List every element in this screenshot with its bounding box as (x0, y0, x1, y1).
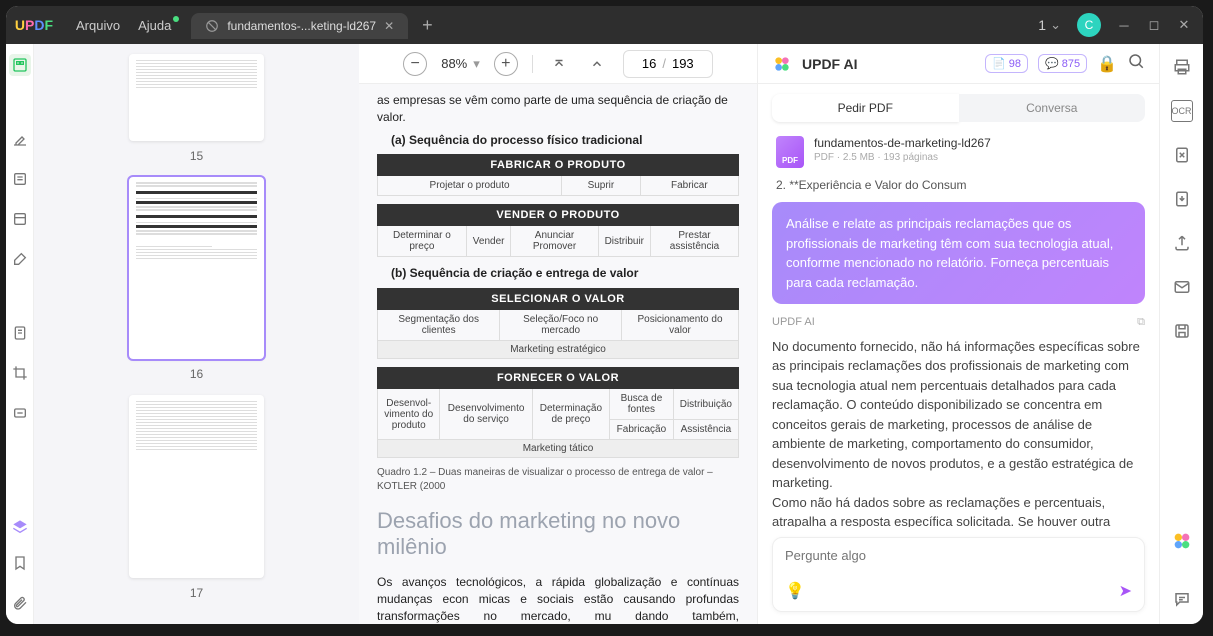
thumbnail[interactable] (129, 54, 264, 141)
menu-file[interactable]: Arquivo (76, 18, 120, 33)
doc-text: as empresas se vêm como parte de uma seq… (377, 92, 739, 126)
thumbnails-panel: 15 16 17 (34, 44, 359, 624)
lock-icon[interactable]: 🔒 (1097, 54, 1117, 74)
zoom-out-button[interactable]: − (403, 52, 427, 76)
ai-input[interactable] (785, 548, 1132, 563)
table-header: SELECIONAR O VALOR (378, 289, 739, 310)
pdf-icon: PDF (776, 136, 804, 168)
copy-icon[interactable]: ⧉ (1137, 314, 1145, 331)
maximize-button[interactable]: ◻ (1147, 18, 1161, 32)
send-button[interactable]: ➤ (1119, 581, 1132, 601)
ai-title: UPDF AI (802, 56, 975, 72)
thumbnail[interactable] (129, 395, 264, 578)
user-count[interactable]: 1⌄ (1038, 17, 1061, 33)
tab-ask-pdf[interactable]: Pedir PDF (772, 94, 959, 122)
titlebar: UPDF Arquivo Ajuda fundamentos-...keting… (6, 6, 1203, 44)
table-header: VENDER O PRODUTO (378, 205, 739, 226)
share-icon[interactable] (1171, 232, 1193, 254)
menu-help[interactable]: Ajuda (138, 18, 171, 33)
thumb-number: 16 (190, 367, 203, 381)
add-tab-button[interactable]: + (422, 15, 433, 36)
left-toolbar (6, 44, 34, 624)
ai-input-box[interactable]: 💡 ➤ (772, 537, 1145, 612)
close-tab-icon[interactable]: ✕ (384, 19, 394, 33)
thumb-number: 15 (190, 149, 203, 163)
section-label: (b) Sequência de criação e entrega de va… (377, 265, 739, 282)
crop-tool[interactable] (9, 362, 31, 384)
caption: Quadro 1.2 – Duas maneiras de visualizar… (377, 466, 739, 494)
zoom-in-button[interactable]: + (494, 52, 518, 76)
search-icon[interactable] (1127, 52, 1145, 75)
email-icon[interactable] (1171, 276, 1193, 298)
doc-toolbar: − 88%▾ + 16 / 193 (359, 44, 757, 84)
redact-tool[interactable] (9, 402, 31, 424)
organize-tool[interactable] (9, 322, 31, 344)
ai-sidebar-icon[interactable] (1171, 530, 1193, 552)
section-label: (a) Sequência do processo físico tradici… (377, 132, 739, 149)
file-meta: PDF · 2.5 MB · 193 páginas (814, 152, 991, 163)
document-view: − 88%▾ + 16 / 193 as empresas se vêm com… (359, 44, 757, 624)
print-icon[interactable] (1171, 56, 1193, 78)
avatar[interactable]: C (1077, 13, 1101, 37)
attachment-tool[interactable] (9, 592, 31, 614)
first-page-button[interactable] (547, 52, 571, 76)
tab-chat[interactable]: Conversa (959, 94, 1146, 122)
user-message: Análise e relate as principais reclamaçõ… (772, 202, 1145, 304)
minimize-button[interactable]: ─ (1117, 18, 1131, 32)
text-tool[interactable] (9, 168, 31, 190)
save-icon[interactable] (1171, 320, 1193, 342)
thumbnail[interactable] (129, 177, 264, 360)
bookmark-tool[interactable] (9, 552, 31, 574)
table-header: FABRICAR O PRODUTO (378, 155, 739, 176)
badge-docs[interactable]: 📄98 (985, 54, 1028, 73)
tab-title: fundamentos-...keting-ld267 (227, 19, 376, 33)
compress-icon[interactable] (1171, 144, 1193, 166)
app-logo: UPDF (6, 17, 62, 33)
truncated-text: 2. **Experiência e Valor do Consum (758, 178, 1159, 192)
export-icon[interactable] (1171, 188, 1193, 210)
document-tab[interactable]: fundamentos-...keting-ld267 ✕ (191, 13, 408, 39)
edit-tool[interactable] (9, 248, 31, 270)
file-info: PDF fundamentos-de-marketing-ld267 PDF ·… (758, 132, 1159, 178)
close-button[interactable]: ✕ (1177, 18, 1191, 32)
comment-icon[interactable] (1171, 588, 1193, 610)
right-toolbar: OCR (1159, 44, 1203, 624)
zoom-select[interactable]: 88%▾ (441, 56, 480, 72)
ai-response: No documento fornecido, não há informaçõ… (772, 337, 1145, 493)
ai-panel: UPDF AI 📄98 💬875 🔒 Pedir PDF Conversa PD… (757, 44, 1159, 624)
thumbnails-tool[interactable] (9, 54, 31, 76)
layers-tool[interactable] (9, 516, 31, 538)
ai-logo-icon (772, 54, 792, 74)
prev-page-button[interactable] (585, 52, 609, 76)
page-input[interactable]: 16 / 193 (623, 50, 713, 78)
doc-text: Os avanços tecnológicos, a rápida global… (377, 574, 739, 624)
ocr-icon[interactable]: OCR (1171, 100, 1193, 122)
highlight-tool[interactable] (9, 128, 31, 150)
file-name: fundamentos-de-marketing-ld267 (814, 136, 991, 150)
badge-messages[interactable]: 💬875 (1038, 54, 1087, 73)
table-header: FORNECER O VALOR (378, 368, 739, 389)
thumb-number: 17 (190, 586, 203, 600)
suggestion-icon[interactable]: 💡 (785, 581, 805, 601)
form-tool[interactable] (9, 208, 31, 230)
ai-response: Como não há dados sobre as reclamações e… (772, 493, 1145, 528)
heading: Desafios do marketing no novo milênio (377, 508, 739, 560)
ai-label: UPDF AI (772, 314, 815, 331)
